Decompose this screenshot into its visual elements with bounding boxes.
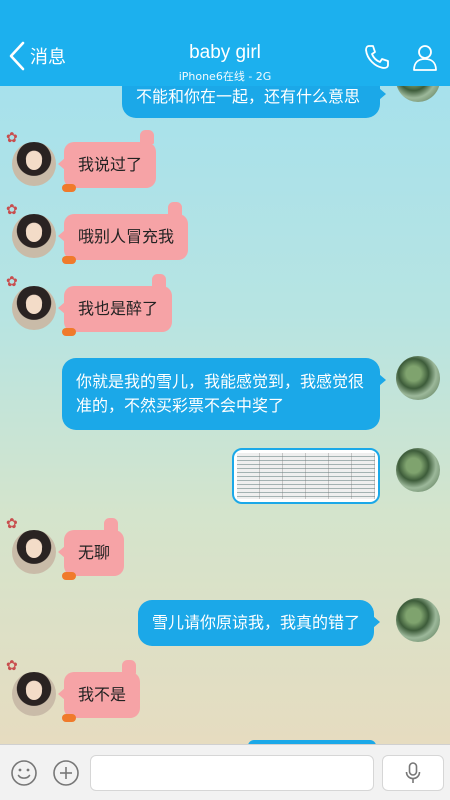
decoration: ✿ xyxy=(6,658,19,674)
outgoing-message[interactable]: 你就是我的雪儿，我能感觉到，我感觉很准的，不然买彩票不会中奖了 xyxy=(62,358,386,430)
incoming-message[interactable]: 我说过了 xyxy=(57,130,157,192)
message-text: 我也是醉了 xyxy=(78,299,159,318)
avatar[interactable] xyxy=(12,214,56,258)
decoration: ✿ xyxy=(6,130,19,146)
bunny-ears xyxy=(140,130,154,144)
avatar[interactable] xyxy=(12,530,56,574)
input-bar xyxy=(0,744,450,800)
call-button[interactable] xyxy=(362,42,392,72)
decoration: ✿ xyxy=(6,202,19,218)
message-row: 雪儿请你原谅我，我真的错了 xyxy=(0,596,450,652)
avatar[interactable] xyxy=(12,672,56,716)
decoration: ✿ xyxy=(6,274,19,290)
message-row: ✿ 我说过了 xyxy=(0,128,450,198)
carrot-icon xyxy=(62,184,76,192)
outgoing-message[interactable]: 雪儿请你原谅我，我真的错了 xyxy=(138,600,381,646)
chat-header: 消息 baby girl iPhone6在线 - 2G xyxy=(0,0,450,86)
carrot-icon xyxy=(62,256,76,264)
message-text: 哦别人冒充我 xyxy=(78,227,175,246)
incoming-message[interactable]: 哦别人冒充我 xyxy=(57,202,189,264)
avatar[interactable] xyxy=(12,142,56,186)
avatar[interactable] xyxy=(12,286,56,330)
smiley-icon xyxy=(11,760,37,786)
message-list[interactable]: 不能和你在一起，还有什么意思 ✿ 我说过了 ✿ 哦别人冒充我 ✿ 我也是醉了 你… xyxy=(0,86,450,744)
outgoing-message[interactable]: 不能和你在一起，还有什么意思 xyxy=(122,86,386,118)
bunny-ears xyxy=(168,202,182,216)
message-row: ✿ 我也是醉了 xyxy=(0,272,450,342)
bunny-ears xyxy=(104,518,118,532)
microphone-icon xyxy=(405,762,421,783)
carrot-icon xyxy=(62,572,76,580)
message-row: ✿ 无聊 xyxy=(0,514,450,586)
phone-icon xyxy=(365,45,389,69)
message-text: 我不是 xyxy=(78,685,127,704)
message-text: 无聊 xyxy=(78,543,111,562)
carrot-icon xyxy=(62,328,76,336)
avatar[interactable] xyxy=(396,86,440,102)
message-row: ✿ 我不是 xyxy=(0,658,450,728)
bunny-ears xyxy=(152,274,166,288)
plus-icon xyxy=(53,760,79,786)
message-text: 我说过了 xyxy=(78,155,143,174)
avatar[interactable] xyxy=(396,448,440,492)
incoming-message[interactable]: 我不是 xyxy=(57,660,141,722)
emoji-button[interactable] xyxy=(10,759,38,787)
decoration: ✿ xyxy=(6,516,19,532)
bunny-ears xyxy=(122,660,136,674)
voice-button[interactable] xyxy=(382,755,444,791)
message-row: 不能和你在一起，还有什么意思 xyxy=(0,86,450,122)
incoming-message[interactable]: 无聊 xyxy=(57,518,125,580)
message-row: ✿ 哦别人冒充我 xyxy=(0,200,450,270)
message-row xyxy=(0,446,450,508)
message-row: 你就是我的雪儿，我能感觉到，我感觉很准的，不然买彩票不会中奖了 xyxy=(0,354,450,430)
incoming-message[interactable]: 我也是醉了 xyxy=(57,274,173,336)
add-button[interactable] xyxy=(52,759,80,787)
person-icon xyxy=(413,45,437,71)
profile-button[interactable] xyxy=(410,42,440,72)
message-input[interactable] xyxy=(90,755,374,791)
avatar[interactable] xyxy=(396,356,440,400)
avatar[interactable] xyxy=(396,598,440,642)
image-message[interactable] xyxy=(232,448,380,504)
carrot-icon xyxy=(62,714,76,722)
spreadsheet-columns xyxy=(237,453,375,499)
